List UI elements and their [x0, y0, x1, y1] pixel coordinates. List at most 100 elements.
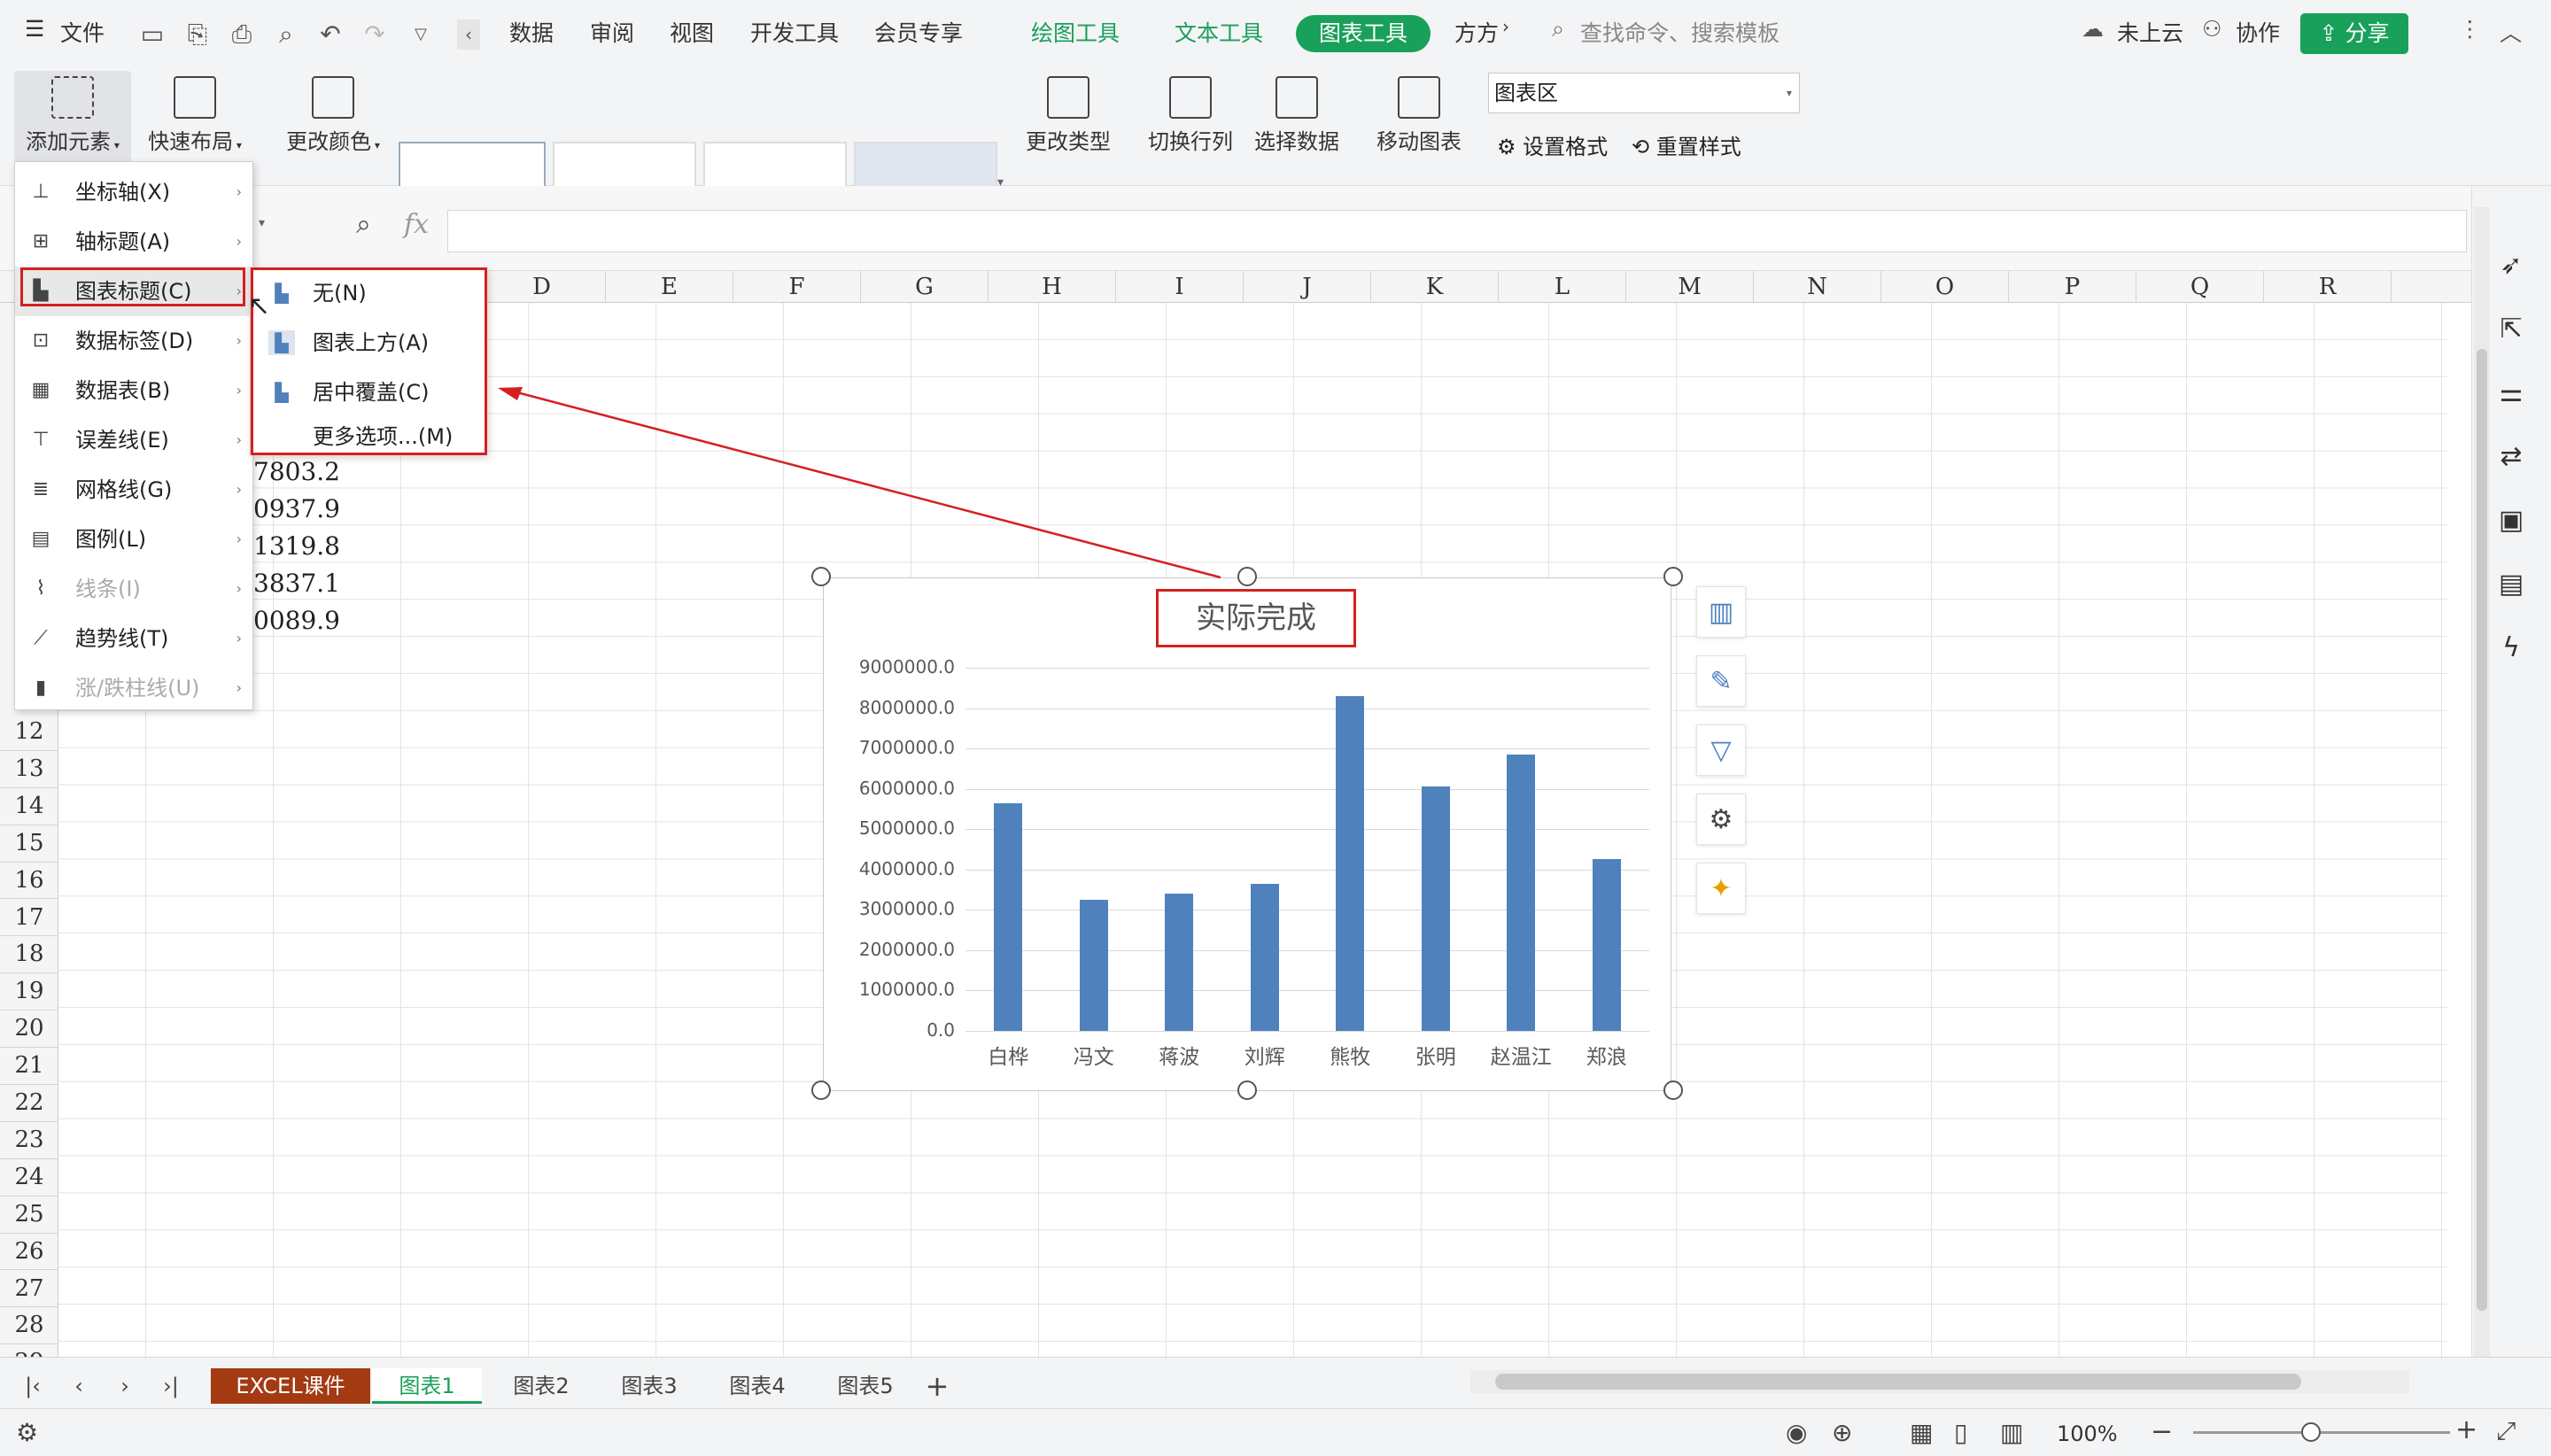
properties-icon[interactable]: ⚌ [2493, 376, 2529, 411]
bar[interactable] [1592, 859, 1621, 1031]
x-tick-label: 白桦 [988, 1046, 1029, 1069]
bar[interactable] [1507, 754, 1536, 1031]
chart-style-brush-icon[interactable]: ✎ [1696, 655, 1746, 707]
axis-icon: ⊥ [32, 181, 50, 203]
menu-item-label: 涨/跌柱线(U) [75, 676, 200, 701]
trendline-icon: ⟋ [34, 627, 48, 649]
scrollbar-thumb[interactable] [2477, 349, 2487, 1311]
chart-settings-gear-icon[interactable]: ⚙ [1696, 794, 1746, 845]
hscroll-thumb[interactable] [1495, 1374, 2301, 1390]
zoom-level[interactable]: 100% [2057, 1421, 2118, 1446]
add-sheet-icon[interactable]: + [921, 1368, 953, 1404]
axis-title-icon: ⊞ [32, 230, 50, 252]
first-sheet-icon[interactable]: |‹ [19, 1368, 46, 1404]
bar[interactable] [1336, 695, 1365, 1031]
gridline [965, 748, 1649, 750]
zoom-slider-knob[interactable] [2301, 1422, 2321, 1442]
bar[interactable] [1165, 894, 1194, 1031]
bar[interactable] [1421, 786, 1450, 1031]
menu-highlight [20, 267, 245, 306]
menu-item-trendline[interactable]: ⟋ 趋势线(T) › [15, 614, 254, 663]
x-tick-label: 熊牧 [1330, 1046, 1371, 1069]
vertical-scrollbar[interactable] [2474, 207, 2490, 1357]
y-tick-label: 5000000.0 [858, 817, 955, 840]
y-tick-label: 3000000.0 [858, 898, 955, 920]
menu-item-label: 线条(I) [75, 577, 141, 601]
eye-protect-icon[interactable]: ◉ [1786, 1418, 1807, 1447]
macro-icon[interactable]: ⚙ [16, 1418, 38, 1447]
data-table-icon: ▦ [31, 379, 50, 401]
lines-icon: ⌇ [35, 577, 46, 600]
chart-smart-bulb-icon[interactable]: ✦ [1696, 863, 1746, 914]
sheet-tab[interactable]: 图表5 [817, 1368, 914, 1404]
y-tick-label: 9000000.0 [858, 656, 955, 678]
menu-item-lines[interactable]: ⌇ 线条(I) › [15, 564, 254, 614]
normal-view-icon[interactable]: ▦ [1910, 1418, 1933, 1447]
gridline [965, 869, 1649, 871]
error-bar-icon: ⊤ [32, 429, 50, 451]
sheet-tab[interactable]: 图表3 [601, 1368, 698, 1404]
chart-filter-icon[interactable]: ▽ [1696, 724, 1746, 776]
y-tick-label: 8000000.0 [858, 696, 955, 718]
submenu-arrow-icon: › [236, 679, 242, 696]
y-tick-label: 7000000.0 [858, 737, 955, 759]
y-tick-label: 1000000.0 [858, 979, 955, 1001]
submenu-arrow-icon: › [236, 481, 242, 498]
menu-item-label: 坐标轴(X) [75, 180, 171, 205]
last-sheet-icon[interactable]: ›| [158, 1368, 184, 1404]
sheet-tab[interactable]: 图表1 [372, 1368, 482, 1404]
menu-item-gridline[interactable]: ≣ 网格线(G) › [15, 465, 254, 515]
submenu-arrow-icon: › [236, 531, 242, 547]
zoom-slider[interactable] [2193, 1431, 2450, 1434]
legend-icon: ▤ [31, 528, 50, 550]
gridline [965, 990, 1649, 992]
submenu-arrow-icon: › [236, 233, 242, 250]
gridline [965, 788, 1649, 790]
gridline [965, 829, 1649, 831]
x-tick-label: 刘辉 [1244, 1046, 1285, 1069]
menu-item-data-label[interactable]: ⊡ 数据标签(D) › [15, 316, 254, 366]
bar[interactable] [1250, 883, 1279, 1031]
page-layout-icon[interactable]: ▯ [1954, 1418, 1967, 1447]
select-pointer-icon[interactable]: ⇱ [2493, 312, 2529, 347]
image-tool-icon[interactable]: ▣ [2493, 503, 2529, 538]
menu-item-error-bar[interactable]: ⊤ 误差线(E) › [15, 415, 254, 465]
menu-item-axis[interactable]: ⊥ 坐标轴(X) › [15, 167, 254, 217]
chart-elements-icon[interactable]: ▥ [1696, 586, 1746, 638]
crosshair-icon[interactable]: ⊕ [1832, 1418, 1852, 1447]
submenu-arrow-icon: › [236, 183, 242, 200]
zoom-out-icon[interactable]: − [2151, 1416, 2173, 1447]
add-element-menu: ⊥ 坐标轴(X) › ⊞ 轴标题(A) › ▙ 图表标题(C) › ⊡ 数据标签(D) › ▦ 数据表(B… [14, 161, 254, 713]
x-tick-label: 赵温江 [1490, 1046, 1552, 1069]
menu-item-legend[interactable]: ▤ 图例(L) › [15, 515, 254, 564]
updown-bar-icon: ▮ [35, 677, 47, 699]
sheet-tab[interactable]: 图表4 [709, 1368, 806, 1404]
gridline [965, 1031, 1649, 1032]
submenu-arrow-icon: › [236, 431, 242, 448]
annotation-arrow [498, 387, 1221, 579]
menu-item-label: 数据标签(D) [75, 329, 194, 353]
bar[interactable] [994, 802, 1023, 1031]
next-sheet-icon[interactable]: › [112, 1368, 138, 1404]
x-tick-label: 郑浪 [1586, 1046, 1627, 1069]
horizontal-scrollbar[interactable] [1470, 1370, 2409, 1393]
zoom-in-icon[interactable]: + [2455, 1414, 2477, 1445]
lightning-icon[interactable]: ϟ [2493, 631, 2529, 666]
y-tick-label: 2000000.0 [858, 938, 955, 960]
prev-sheet-icon[interactable]: ‹ [66, 1368, 92, 1404]
sheet-tabs-bar: |‹ ‹ › ›| + EXCEL课件 图表1 图表2 图表3 图表4 图表5 [0, 1357, 2551, 1408]
rocket-icon[interactable]: ➶ [2493, 248, 2529, 283]
book-icon[interactable]: ▤ [2493, 567, 2529, 602]
sheet-tab[interactable]: 图表2 [492, 1368, 590, 1404]
menu-item-axis-title[interactable]: ⊞ 轴标题(A) › [15, 217, 254, 267]
sheet-tab[interactable]: EXCEL课件 [211, 1368, 370, 1404]
fullscreen-icon[interactable]: ⤢ [2496, 1416, 2516, 1446]
bar[interactable] [1079, 899, 1108, 1031]
gridline [965, 949, 1649, 951]
menu-item-data-table[interactable]: ▦ 数据表(B) › [15, 366, 254, 415]
data-label-icon: ⊡ [32, 329, 50, 352]
page-break-icon[interactable]: ▥ [2000, 1418, 2023, 1447]
menu-item-updown-bar[interactable]: ▮ 涨/跌柱线(U) › [15, 663, 254, 713]
transform-icon[interactable]: ⇄ [2493, 439, 2529, 475]
right-sidebar: ➶ ⇱ ⚌ ⇄ ▣ ▤ ϟ [2471, 186, 2551, 1357]
